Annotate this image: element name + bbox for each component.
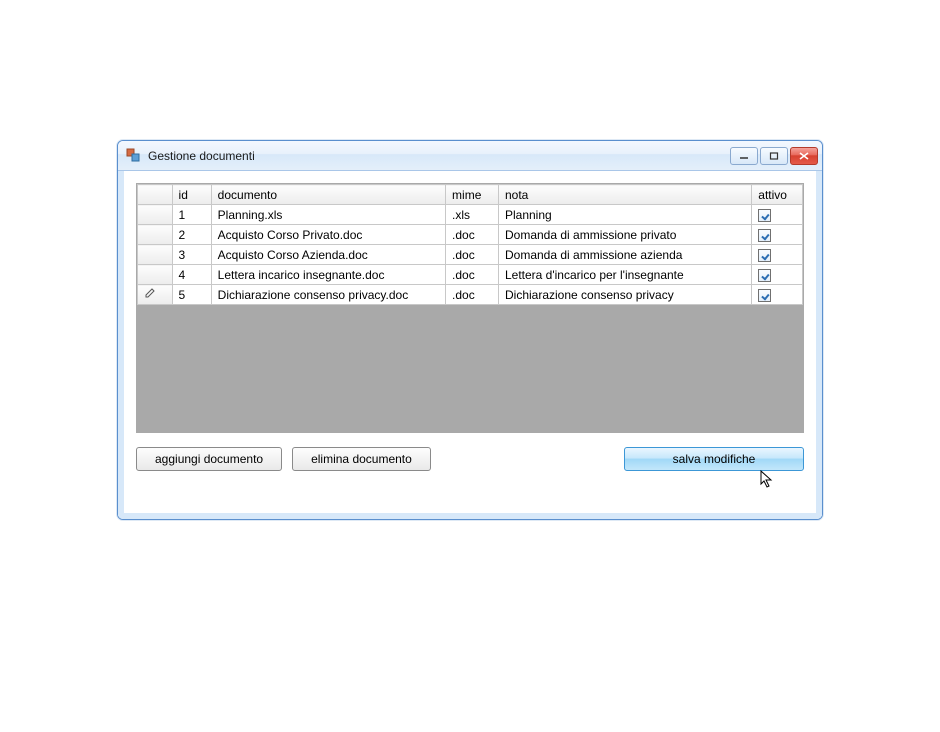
cell-nota[interactable]: Domanda di ammissione azienda [498,245,751,265]
checkbox-icon[interactable] [758,249,771,262]
close-button[interactable] [790,147,818,165]
cell-nota[interactable]: Dichiarazione consenso privacy [498,285,751,305]
maximize-button[interactable] [760,147,788,165]
table-row[interactable]: 2Acquisto Corso Privato.doc.docDomanda d… [138,225,803,245]
cell-id[interactable]: 3 [172,245,211,265]
column-header-nota[interactable]: nota [498,185,751,205]
cell-attivo[interactable] [752,205,803,225]
column-header-attivo[interactable]: attivo [752,185,803,205]
cell-documento[interactable]: Planning.xls [211,205,445,225]
table-row[interactable]: 3Acquisto Corso Azienda.doc.docDomanda d… [138,245,803,265]
cell-nota[interactable]: Lettera d'incarico per l'insegnante [498,265,751,285]
table-row[interactable]: 4Lettera incarico insegnante.doc.docLett… [138,265,803,285]
cell-mime[interactable]: .xls [446,205,499,225]
row-header[interactable] [138,225,173,245]
delete-document-button[interactable]: elimina documento [292,447,431,471]
window-controls [730,147,818,165]
column-header-id[interactable]: id [172,185,211,205]
cell-attivo[interactable] [752,225,803,245]
table-row[interactable]: 5Dichiarazione consenso privacy.doc.docD… [138,285,803,305]
cell-mime[interactable]: .doc [446,245,499,265]
data-grid[interactable]: id documento mime nota attivo 1Planning.… [136,183,804,433]
cell-documento[interactable]: Acquisto Corso Azienda.doc [211,245,445,265]
column-header-mime[interactable]: mime [446,185,499,205]
table-row[interactable]: 1Planning.xls.xlsPlanning [138,205,803,225]
cell-id[interactable]: 1 [172,205,211,225]
cell-attivo[interactable] [752,285,803,305]
cell-documento[interactable]: Dichiarazione consenso privacy.doc [211,285,445,305]
cell-mime[interactable]: .doc [446,285,499,305]
button-bar: aggiungi documento elimina documento sal… [136,447,804,471]
add-document-button[interactable]: aggiungi documento [136,447,282,471]
header-row: id documento mime nota attivo [138,185,803,205]
cell-nota[interactable]: Domanda di ammissione privato [498,225,751,245]
cell-attivo[interactable] [752,245,803,265]
row-header[interactable] [138,245,173,265]
app-icon [126,148,142,164]
minimize-button[interactable] [730,147,758,165]
cell-id[interactable]: 2 [172,225,211,245]
cell-documento[interactable]: Lettera incarico insegnante.doc [211,265,445,285]
window-title: Gestione documenti [148,149,730,163]
checkbox-icon[interactable] [758,289,771,302]
window: Gestione documenti id documento m [117,140,823,520]
checkbox-icon[interactable] [758,209,771,222]
checkbox-icon[interactable] [758,229,771,242]
row-header[interactable] [138,205,173,225]
column-header-documento[interactable]: documento [211,185,445,205]
edit-icon [144,287,156,302]
checkbox-icon[interactable] [758,269,771,282]
cell-id[interactable]: 4 [172,265,211,285]
cell-id[interactable]: 5 [172,285,211,305]
cell-nota[interactable]: Planning [498,205,751,225]
row-header[interactable] [138,265,173,285]
client-area: id documento mime nota attivo 1Planning.… [118,171,822,519]
cell-mime[interactable]: .doc [446,265,499,285]
cell-attivo[interactable] [752,265,803,285]
row-header[interactable] [138,285,173,305]
save-changes-button[interactable]: salva modifiche [624,447,804,471]
titlebar[interactable]: Gestione documenti [118,141,822,171]
cell-documento[interactable]: Acquisto Corso Privato.doc [211,225,445,245]
grid-empty-area [137,305,803,433]
cell-mime[interactable]: .doc [446,225,499,245]
row-header-corner[interactable] [138,185,173,205]
